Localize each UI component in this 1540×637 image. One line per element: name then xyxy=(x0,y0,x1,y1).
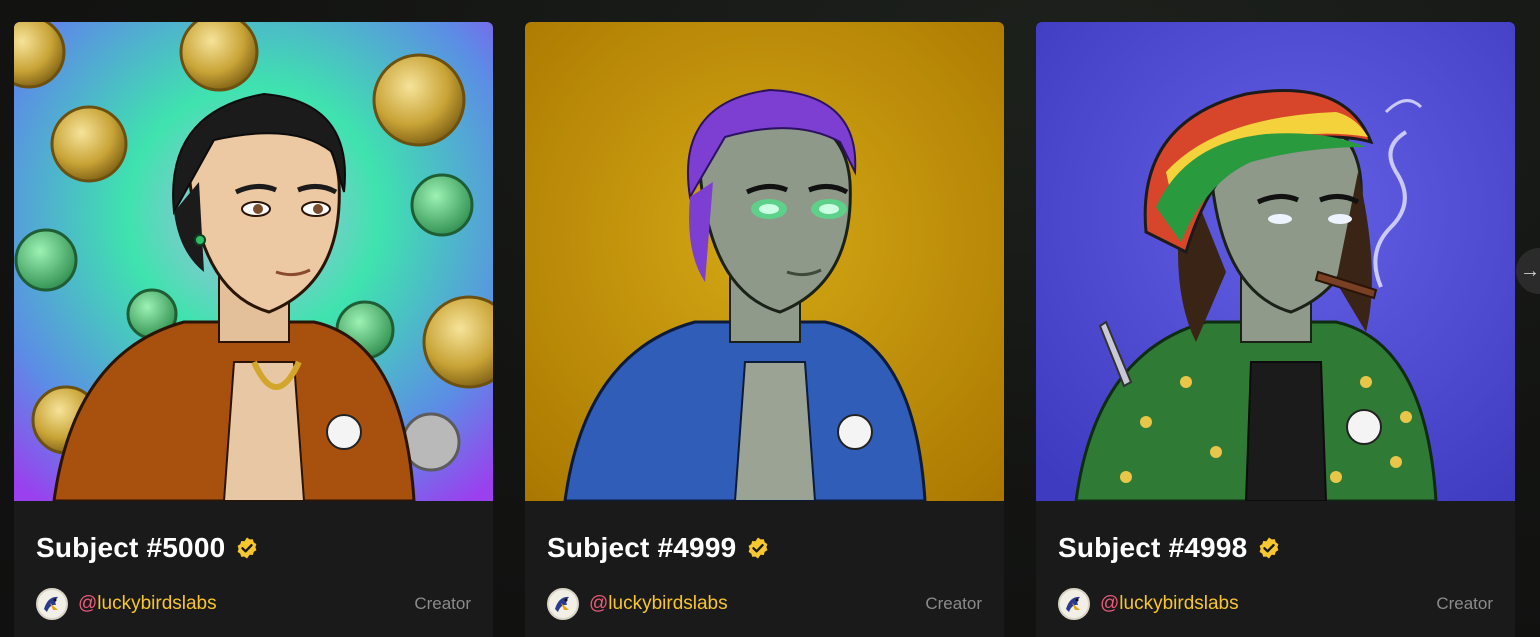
carousel-next-button[interactable]: → xyxy=(1516,248,1540,294)
creator-handle-link[interactable]: @luckybirdslabs xyxy=(589,593,925,615)
nft-artwork-image[interactable] xyxy=(525,22,1004,501)
nft-title[interactable]: Subject #4999 xyxy=(547,532,736,564)
creator-handle-link[interactable]: @luckybirdslabs xyxy=(78,593,414,615)
creator-role-label: Creator xyxy=(925,594,982,613)
creator-avatar[interactable] xyxy=(36,588,68,620)
nft-title[interactable]: Subject #5000 xyxy=(36,532,225,564)
verified-badge-icon xyxy=(1259,537,1279,559)
nft-artwork-image[interactable] xyxy=(14,22,493,501)
nft-title[interactable]: Subject #4998 xyxy=(1058,532,1247,564)
creator-avatar[interactable] xyxy=(547,588,579,620)
verified-badge-icon xyxy=(748,537,768,559)
creator-handle-link[interactable]: @luckybirdslabs xyxy=(1100,593,1436,615)
nft-card-subject-5000[interactable]: Subject #5000 @luckybirdslabs Creator xyxy=(14,22,493,637)
nft-title-row: Subject #4998 xyxy=(1058,532,1281,564)
creator-handle-text: luckybirdslabs xyxy=(97,593,217,614)
creator-role-label: Creator xyxy=(414,594,471,613)
creator-handle-text: luckybirdslabs xyxy=(1119,593,1239,614)
nft-card-subject-4998[interactable]: Subject #4998 @luckybirdslabs Creator xyxy=(1036,22,1515,637)
creator-row: @luckybirdslabs Creator xyxy=(1058,587,1493,621)
bird-logo-icon xyxy=(44,596,58,612)
creator-row: @luckybirdslabs Creator xyxy=(36,587,471,621)
creator-role-label: Creator xyxy=(1436,594,1493,613)
nft-gallery: Subject #5000 @luckybirdslabs Creator Su… xyxy=(0,0,1540,637)
creator-avatar[interactable] xyxy=(1058,588,1090,620)
nft-artwork-image[interactable] xyxy=(1036,22,1515,501)
nft-card-subject-4999[interactable]: Subject #4999 @luckybirdslabs Creator xyxy=(525,22,1004,637)
creator-handle-text: luckybirdslabs xyxy=(608,593,728,614)
creator-row: @luckybirdslabs Creator xyxy=(547,587,982,621)
nft-title-row: Subject #4999 xyxy=(547,532,770,564)
bird-logo-icon xyxy=(555,596,569,612)
verified-badge-icon xyxy=(237,537,257,559)
nft-title-row: Subject #5000 xyxy=(36,532,259,564)
bird-logo-icon xyxy=(1066,596,1080,612)
arrow-right-icon: → xyxy=(1520,259,1540,282)
